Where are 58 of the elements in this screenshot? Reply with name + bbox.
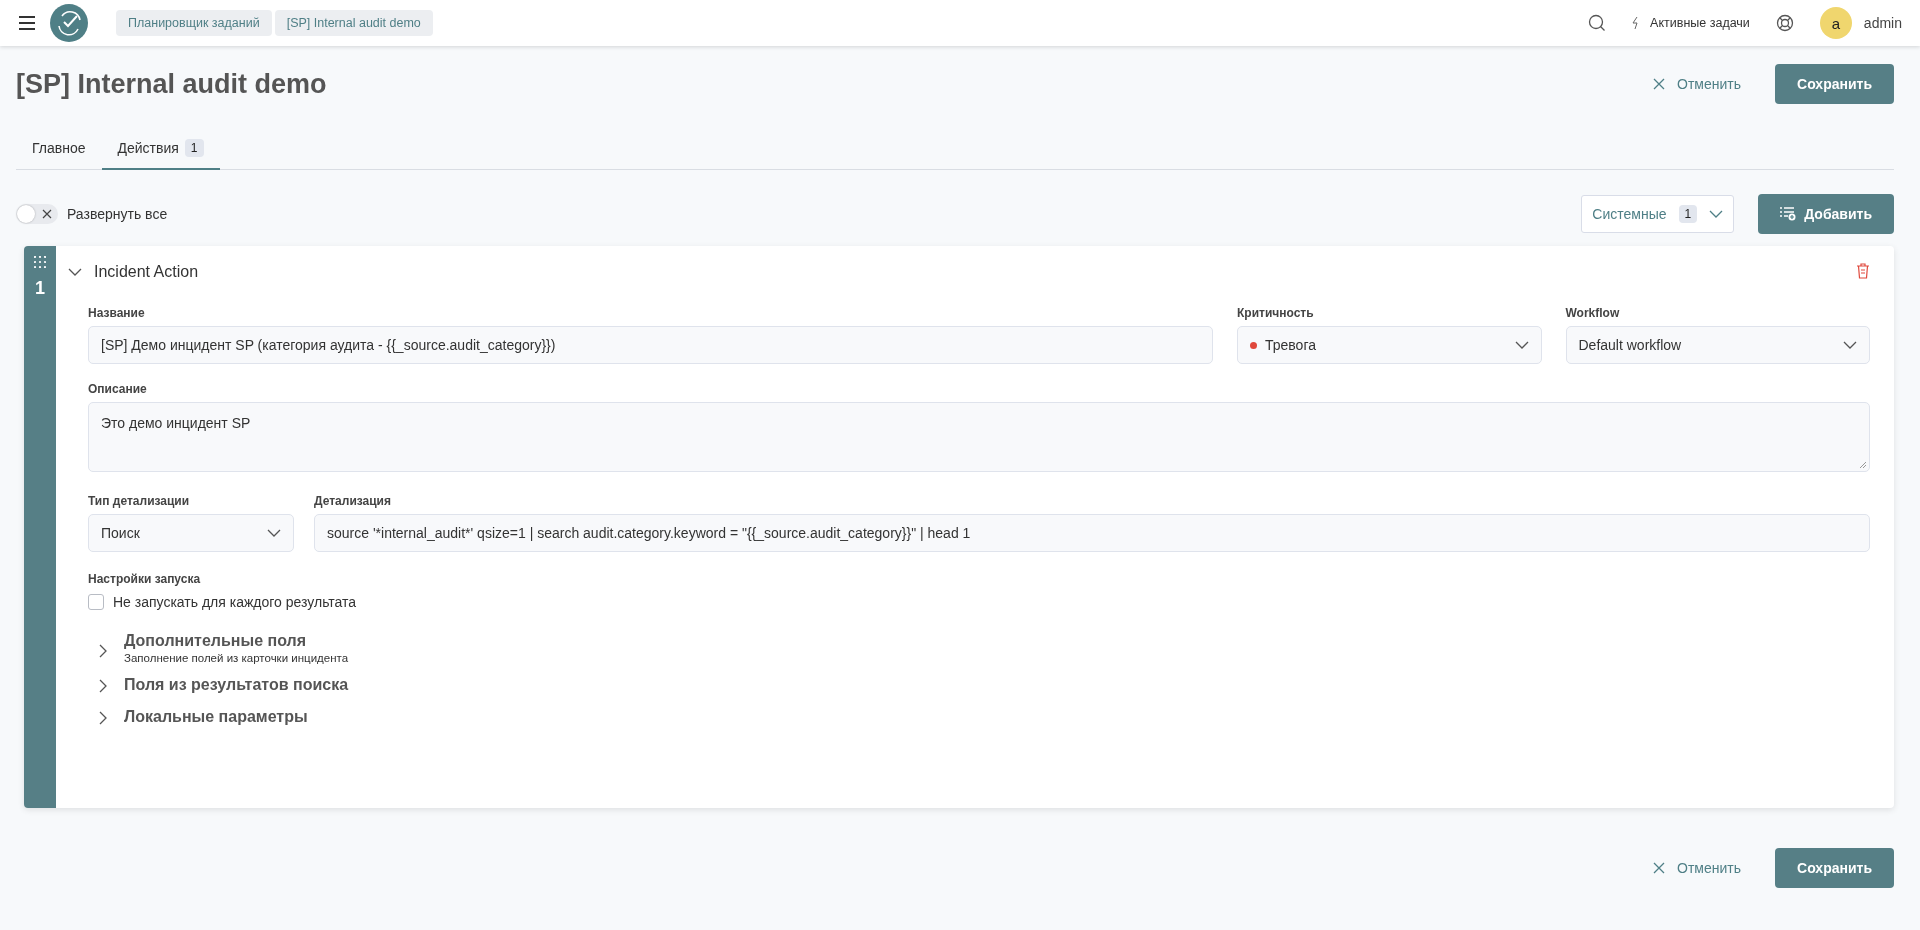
workflow-dropdown[interactable]: Default workflow <box>1565 326 1870 364</box>
cancel-button[interactable]: Отменить <box>1653 860 1742 876</box>
action-number: 1 <box>35 278 45 299</box>
chevron-icon[interactable] <box>68 268 82 276</box>
section-title[interactable]: Дополнительные поля <box>124 632 349 650</box>
query-field[interactable]: source '*internal_audit*' qsize=1 | search audit.category.keyword = "{{_source.audit_category}}" | head 1 <box>314 514 1870 552</box>
active-tasks-link[interactable]: Активные задачи <box>1632 16 1750 30</box>
description-field[interactable]: Это демо инцидент SP <box>88 402 1870 472</box>
cancel-button[interactable]: Отменить <box>1653 76 1742 92</box>
tab[interactable]: Главное <box>16 128 102 170</box>
count-badge: 1 <box>1678 205 1698 223</box>
name-field[interactable]: [SP] Демо инцидент SP (категория аудита - {{_source.audit_category}}) <box>88 326 1213 364</box>
close-icon <box>1653 78 1666 90</box>
resize-handle-icon[interactable] <box>1859 461 1867 469</box>
drag-handle[interactable]: 1 <box>24 246 56 808</box>
close-icon <box>1653 862 1666 874</box>
save-button[interactable]: Сохранить <box>1775 848 1894 888</box>
add-button[interactable]: Добавить <box>1758 194 1894 234</box>
field-label: Детализация <box>314 494 392 508</box>
checkbox[interactable] <box>88 594 104 610</box>
user-name[interactable]: admin <box>1863 15 1902 31</box>
save-button[interactable]: Сохранить <box>1775 64 1894 104</box>
toggle-switch[interactable] <box>16 204 58 224</box>
chevron-down-icon <box>1843 341 1857 349</box>
section-title[interactable]: Поля из результатов поиска <box>124 676 349 694</box>
toggle-label: Развернуть все <box>67 206 168 222</box>
breadcrumb-item[interactable]: Планировщик заданий <box>116 10 272 36</box>
trash-icon[interactable] <box>1856 262 1870 282</box>
chevron-down-icon <box>1709 210 1724 218</box>
severity-dropdown[interactable]: Тревога <box>1237 326 1542 364</box>
count-badge: 1 <box>184 139 204 157</box>
list-add-icon <box>1780 207 1797 221</box>
logo-icon[interactable] <box>50 4 88 42</box>
page-title: [SP] Internal audit demo <box>16 68 327 100</box>
field-label: Workflow <box>1565 306 1621 320</box>
help-icon[interactable] <box>1775 14 1794 32</box>
action-title: Incident Action <box>94 263 200 281</box>
detail-type-dropdown[interactable]: Поиск <box>88 514 294 552</box>
field-label: Название <box>88 306 146 320</box>
field-label: Настройки запуска <box>88 572 202 586</box>
menu-icon[interactable] <box>18 16 36 30</box>
checkbox-label: Не запускать для каждого результата <box>113 594 357 610</box>
filter-dropdown[interactable]: Системные 1 <box>1581 195 1735 233</box>
breadcrumb-item[interactable]: [SP] Internal audit demo <box>274 10 433 36</box>
search-icon[interactable] <box>1588 14 1607 32</box>
field-label: Тип детализации <box>88 494 191 508</box>
field-label: Описание <box>88 382 148 396</box>
section-subtitle: Заполнение полей из карточки инцидента <box>124 652 349 664</box>
chevron-down-icon <box>267 529 281 537</box>
user-avatar[interactable]: a <box>1819 7 1852 39</box>
lightning-icon <box>1632 17 1641 29</box>
field-label: Критичность <box>1237 306 1315 320</box>
close-icon <box>42 209 52 219</box>
severity-dot-icon <box>1250 341 1257 349</box>
grip-icon <box>34 256 46 268</box>
section-title[interactable]: Локальные параметры <box>124 708 308 726</box>
tab[interactable]: Действия 1 <box>101 128 220 170</box>
chevron-down-icon <box>1514 341 1529 349</box>
